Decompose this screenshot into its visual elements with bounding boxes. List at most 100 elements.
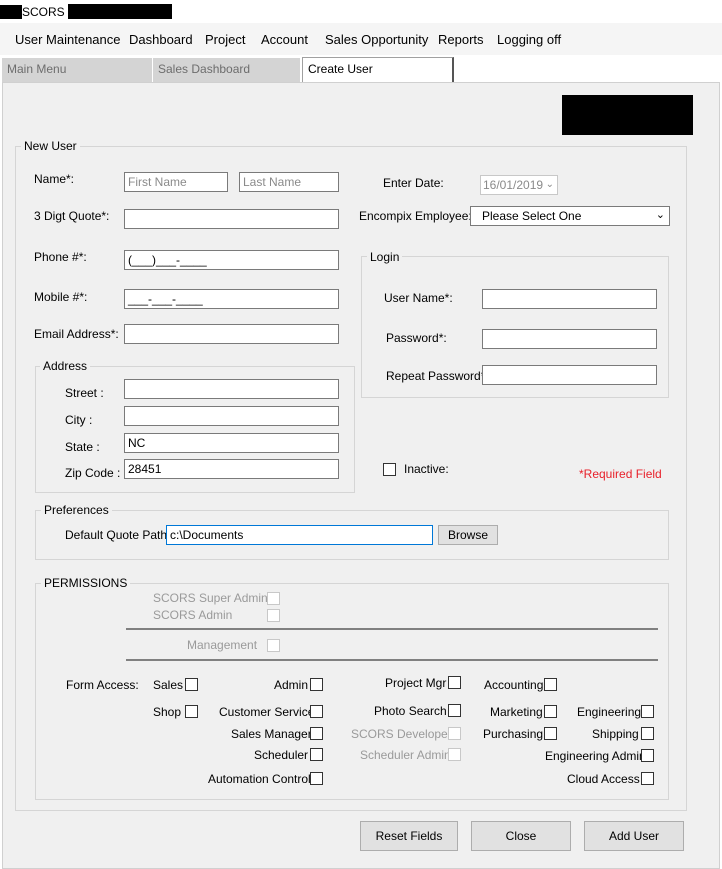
tab-create-user[interactable]: Create User bbox=[302, 57, 454, 83]
tab-main-menu[interactable]: Main Menu bbox=[2, 58, 152, 82]
password-label: Password*: bbox=[386, 331, 447, 345]
customer-service-checkbox[interactable] bbox=[310, 705, 323, 718]
menu-user-maintenance[interactable]: User Maintenance bbox=[15, 32, 121, 47]
permissions-divider-bottom bbox=[126, 659, 658, 661]
repeat-password-input[interactable] bbox=[482, 365, 657, 385]
username-label: User Name*: bbox=[384, 291, 453, 305]
cloud-access-checkbox[interactable] bbox=[641, 772, 654, 785]
scheduler-label: Scheduler bbox=[254, 748, 309, 762]
menu-reports[interactable]: Reports bbox=[438, 32, 484, 47]
zip-input[interactable]: 28451 bbox=[124, 459, 339, 479]
employee-select[interactable]: Please Select One ⌄ bbox=[470, 206, 670, 226]
add-user-button[interactable]: Add User bbox=[584, 821, 684, 851]
phone-label: Phone #*: bbox=[34, 250, 87, 264]
last-name-input[interactable]: Last Name bbox=[239, 172, 339, 192]
employee-label: Encompix Employee: bbox=[359, 209, 472, 223]
automation-controls-label: Automation Controls bbox=[208, 772, 317, 786]
project-mgr-label: Project Mgr bbox=[385, 676, 447, 690]
scors-developer-checkbox[interactable] bbox=[448, 727, 461, 740]
sales-manager-checkbox[interactable] bbox=[310, 727, 323, 740]
menu-dashboard[interactable]: Dashboard bbox=[129, 32, 193, 47]
repeat-password-label: Repeat Password*: bbox=[386, 369, 489, 383]
window-title: SCORS - bbox=[22, 5, 73, 19]
logo-redacted bbox=[562, 95, 693, 135]
browse-button[interactable]: Browse bbox=[438, 525, 498, 545]
close-button[interactable]: Close bbox=[471, 821, 571, 851]
marketing-label: Marketing bbox=[490, 705, 543, 719]
automation-controls-checkbox[interactable] bbox=[310, 772, 323, 785]
purchasing-label: Purchasing bbox=[483, 727, 544, 741]
password-input[interactable] bbox=[482, 329, 657, 349]
state-input[interactable]: NC bbox=[124, 433, 339, 453]
chevron-down-icon: ⌄ bbox=[655, 209, 665, 221]
engineering-label: Engineering bbox=[577, 705, 642, 719]
project-mgr-checkbox[interactable] bbox=[448, 676, 461, 689]
accounting-checkbox[interactable] bbox=[544, 678, 557, 691]
marketing-checkbox[interactable] bbox=[544, 705, 557, 718]
scors-admin-label: SCORS Admin bbox=[153, 608, 233, 622]
menu-logging-off[interactable]: Logging off bbox=[497, 32, 561, 47]
sales-label: Sales bbox=[153, 678, 184, 692]
enter-date-label: Enter Date: bbox=[383, 176, 444, 190]
name-label: Name*: bbox=[34, 172, 75, 186]
path-label: Default Quote Path bbox=[65, 528, 168, 542]
scheduler-admin-checkbox[interactable] bbox=[448, 748, 461, 761]
admin-checkbox[interactable] bbox=[310, 678, 323, 691]
inactive-label: Inactive: bbox=[404, 462, 449, 476]
shipping-checkbox[interactable] bbox=[641, 727, 654, 740]
super-admin-label: SCORS Super Admin bbox=[153, 591, 268, 605]
new-user-group-label: New User bbox=[21, 139, 80, 153]
form-access-label: Form Access: bbox=[66, 678, 139, 692]
menu-account[interactable]: Account bbox=[261, 32, 308, 47]
tab-sales-dashboard[interactable]: Sales Dashboard bbox=[153, 58, 300, 82]
mobile-label: Mobile #*: bbox=[34, 290, 88, 304]
photo-search-checkbox[interactable] bbox=[448, 704, 461, 717]
street-label: Street : bbox=[65, 386, 104, 400]
city-input[interactable] bbox=[124, 406, 339, 426]
quote-input[interactable] bbox=[124, 209, 339, 229]
engineering-admin-label: Engineering Admin bbox=[545, 749, 646, 763]
scheduler-checkbox[interactable] bbox=[310, 748, 323, 761]
chevron-down-icon: ⌄ bbox=[545, 179, 554, 190]
email-label: Email Address*: bbox=[34, 327, 119, 341]
enter-date-value: 16/01/2019 bbox=[483, 178, 544, 192]
engineering-checkbox[interactable] bbox=[641, 705, 654, 718]
sales-manager-label: Sales Manager bbox=[231, 727, 312, 741]
scheduler-admin-label: Scheduler Admin bbox=[360, 748, 451, 762]
menu-sales-opportunity[interactable]: Sales Opportunity bbox=[325, 32, 428, 47]
mobile-input[interactable]: ___-___-____ bbox=[124, 289, 339, 309]
sales-checkbox[interactable] bbox=[185, 678, 198, 691]
path-input[interactable]: c:\Documents bbox=[166, 525, 433, 545]
admin-label: Admin bbox=[274, 678, 309, 692]
required-field-note: *Required Field bbox=[579, 467, 662, 481]
menu-project[interactable]: Project bbox=[205, 32, 245, 47]
super-admin-checkbox[interactable] bbox=[267, 592, 280, 605]
photo-search-label: Photo Search bbox=[374, 704, 447, 718]
address-group-label: Address bbox=[40, 359, 91, 373]
username-input[interactable] bbox=[482, 289, 657, 309]
first-name-input[interactable]: First Name bbox=[124, 172, 228, 192]
phone-input[interactable]: (___)___-____ bbox=[124, 250, 339, 270]
enter-date-picker[interactable]: 16/01/2019 ⌄ bbox=[480, 175, 558, 195]
city-label: City : bbox=[65, 413, 93, 427]
purchasing-checkbox[interactable] bbox=[544, 727, 557, 740]
customer-service-label: Customer Service bbox=[219, 705, 315, 719]
permissions-divider-top bbox=[126, 628, 658, 630]
cloud-access-label: Cloud Access bbox=[567, 772, 640, 786]
management-checkbox[interactable] bbox=[267, 639, 280, 652]
employee-select-value: Please Select One bbox=[482, 209, 582, 223]
quote-label: 3 Digt Quote*: bbox=[34, 209, 110, 223]
shop-checkbox[interactable] bbox=[185, 705, 198, 718]
engineering-admin-checkbox[interactable] bbox=[641, 749, 654, 762]
street-input[interactable] bbox=[124, 379, 339, 399]
email-input[interactable] bbox=[124, 324, 339, 344]
inactive-checkbox[interactable] bbox=[383, 463, 396, 476]
shop-label: Shop bbox=[153, 705, 182, 719]
reset-fields-button[interactable]: Reset Fields bbox=[360, 821, 458, 851]
scors-admin-checkbox[interactable] bbox=[267, 609, 280, 622]
accounting-label: Accounting bbox=[484, 678, 544, 692]
zip-label: Zip Code : bbox=[65, 466, 121, 480]
window-title-redacted bbox=[68, 4, 172, 19]
management-label: Management bbox=[187, 638, 258, 652]
preferences-group-label: Preferences bbox=[41, 503, 112, 517]
